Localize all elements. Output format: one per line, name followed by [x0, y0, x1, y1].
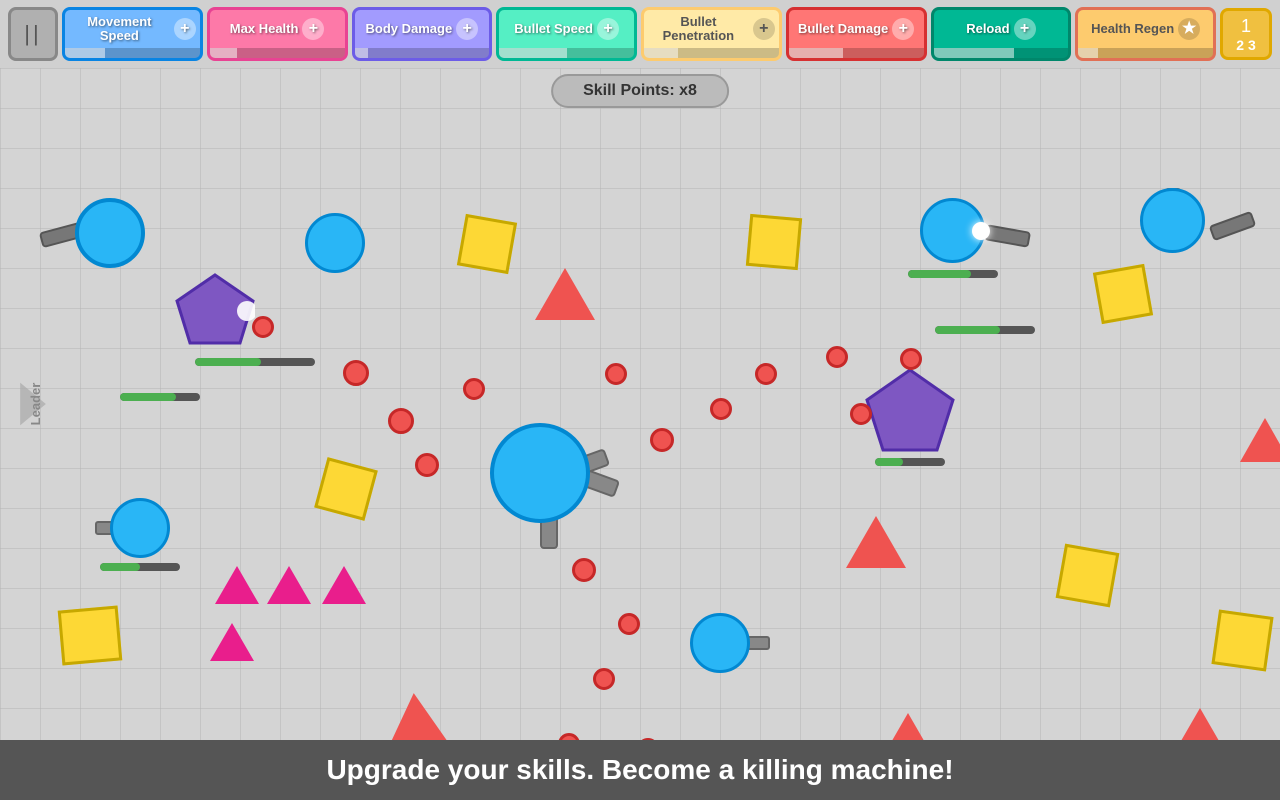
tank-1 [75, 198, 145, 268]
healthbar-player2 [120, 393, 200, 401]
circle-14 [593, 668, 615, 690]
skill-movement-plus[interactable]: + [174, 18, 196, 40]
player-bullet [252, 316, 274, 338]
tank-3 [920, 198, 985, 263]
leader-label: Leader [28, 383, 43, 426]
skill-bulletpen-label: Bullet Penetration + [644, 10, 779, 48]
circle-4 [463, 378, 485, 400]
skill-reload-plus[interactable]: + [1014, 18, 1036, 40]
skill-healthregen-label: Health Regen ★ [1078, 10, 1213, 48]
skill-bulletdmg-label: Bullet Damage + [789, 10, 924, 48]
circle-12 [572, 558, 596, 582]
skill-healthregen-plus[interactable]: ★ [1178, 18, 1200, 40]
triangle-red-5 [384, 690, 448, 740]
pause-button[interactable]: || [8, 7, 58, 61]
skill-points-bar: Skill Points: x8 [551, 74, 729, 108]
circle-9 [826, 346, 848, 368]
skill-bulletdmg[interactable]: Bullet Damage + [786, 7, 927, 61]
circle-1 [343, 360, 369, 386]
square-4 [314, 457, 378, 521]
skill-bulletspd-plus[interactable]: + [597, 18, 619, 40]
healthbar-botleft [100, 563, 180, 571]
pentagon-1 [865, 368, 955, 461]
circle-2 [388, 408, 414, 434]
skill-bulletspd-label: Bullet Speed + [499, 10, 634, 48]
square-6 [1211, 609, 1273, 671]
tank-botleft [110, 498, 170, 558]
skill-movement-label: Movement Speed + [65, 10, 200, 48]
top-bar: || Movement Speed + Max Health + Body Da… [0, 0, 1280, 68]
skill-bodydmg-label: Body Damage + [355, 10, 490, 48]
circle-6 [650, 428, 674, 452]
triangle-pink-4 [210, 623, 254, 661]
circle-8 [755, 363, 777, 385]
triangle-pink-1 [215, 566, 259, 604]
skill-reload-label: Reload + [934, 10, 1069, 48]
barrel-2 [984, 224, 1031, 248]
bottom-bar: Upgrade your skills. Become a killing ma… [0, 740, 1280, 800]
level-number: 2 3 [1236, 37, 1255, 53]
skill-points-label: Skill Points: x8 [583, 82, 697, 99]
tank-4 [1140, 188, 1205, 253]
skill-bulletpen[interactable]: Bullet Penetration + [641, 7, 782, 61]
triangle-pink-3 [322, 566, 366, 604]
healthbar-tr [935, 326, 1035, 334]
circle-10 [900, 348, 922, 370]
triangle-pink-2 [267, 566, 311, 604]
game-canvas: Leader [0, 68, 1280, 740]
level-badge[interactable]: 1 2 3 [1220, 8, 1272, 60]
circle-5 [605, 363, 627, 385]
square-3 [1093, 264, 1153, 324]
circle-13 [618, 613, 640, 635]
skill-maxhealth-label: Max Health + [210, 10, 345, 48]
triangle-red-3 [878, 713, 938, 740]
square-5 [1056, 544, 1120, 608]
square-1 [457, 214, 517, 274]
skill-bulletpen-plus[interactable]: + [753, 18, 775, 40]
barrel-3 [1209, 211, 1257, 241]
level-star-icon: 1 [1241, 16, 1251, 37]
circle-7 [710, 398, 732, 420]
circle-16 [558, 733, 580, 740]
player-tank-body [175, 273, 255, 358]
square-7 [58, 605, 123, 665]
triangle-red-2 [846, 516, 906, 568]
circle-3 [415, 453, 439, 477]
healthbar-player [195, 358, 315, 366]
tank-2 [305, 213, 365, 273]
triangle-red-6 [1240, 418, 1280, 462]
pause-icon: || [24, 21, 41, 47]
circle-11 [850, 403, 872, 425]
triangle-red-4 [1170, 708, 1230, 740]
skill-healthregen[interactable]: Health Regen ★ [1075, 7, 1216, 61]
tagline-text: Upgrade your skills. Become a killing ma… [326, 754, 953, 786]
square-2 [746, 214, 802, 270]
skill-movement[interactable]: Movement Speed + [62, 7, 203, 61]
skill-bodydmg[interactable]: Body Damage + [352, 7, 493, 61]
skill-maxhealth-plus[interactable]: + [302, 18, 324, 40]
skill-reload[interactable]: Reload + [931, 7, 1072, 61]
triangle-red-1 [535, 268, 595, 320]
main-player [490, 423, 590, 523]
skill-bodydmg-plus[interactable]: + [456, 18, 478, 40]
tank-bottom [690, 613, 750, 673]
healthbar-3 [908, 270, 998, 278]
skill-maxhealth[interactable]: Max Health + [207, 7, 348, 61]
skill-bulletspd[interactable]: Bullet Speed + [496, 7, 637, 61]
skill-bulletdmg-plus[interactable]: + [892, 18, 914, 40]
player-pentagon [175, 273, 255, 353]
